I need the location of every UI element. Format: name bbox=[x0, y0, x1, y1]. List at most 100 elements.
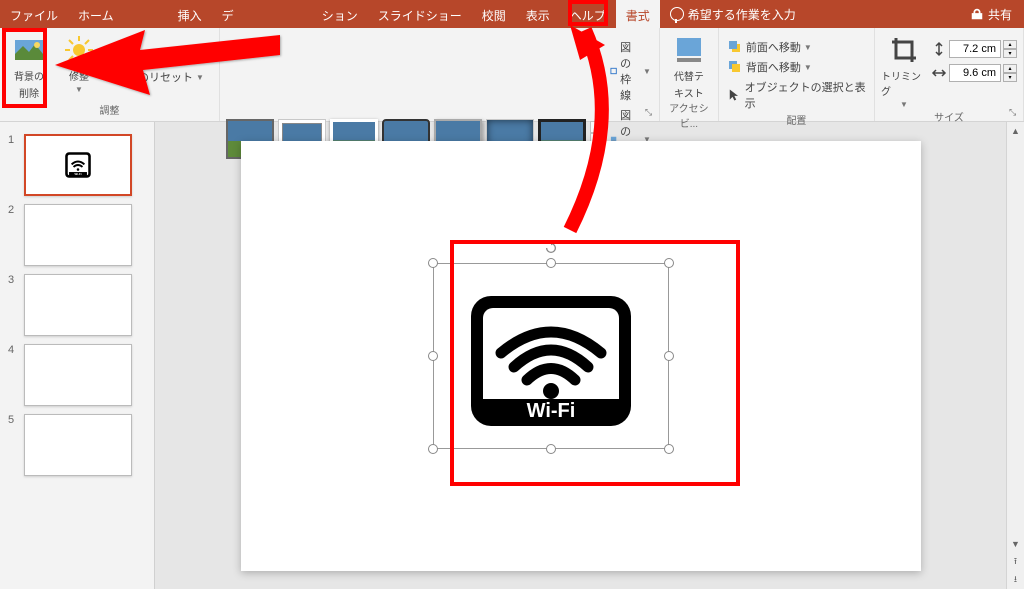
tab-design[interactable]: デ bbox=[212, 0, 244, 28]
chevron-down-icon: ▼ bbox=[196, 73, 204, 82]
border-icon bbox=[610, 63, 617, 79]
height-down-button[interactable]: ▾ bbox=[1003, 49, 1017, 58]
height-input[interactable] bbox=[949, 40, 1001, 58]
group-picture-styles: ▴ ▾ ▿ 図の枠線 ▼ 図の効果 ▼ 図のレイアウト bbox=[220, 28, 660, 121]
send-backward-icon bbox=[727, 59, 743, 75]
sun-icon bbox=[63, 34, 95, 66]
selection-icon bbox=[727, 87, 742, 103]
height-icon bbox=[931, 41, 947, 57]
remove-bg-label-2: 削除 bbox=[19, 85, 39, 100]
slide-thumb-5[interactable]: 5 bbox=[0, 410, 154, 480]
alt-text-button[interactable]: 代替テ キスト bbox=[666, 32, 712, 100]
tab-transitions[interactable]: ション bbox=[312, 0, 368, 28]
width-input[interactable] bbox=[949, 64, 1001, 82]
tab-format[interactable]: 書式 bbox=[616, 0, 660, 28]
width-icon bbox=[931, 65, 947, 81]
resize-handle-n[interactable] bbox=[546, 258, 556, 268]
tell-me-search[interactable]: 希望する作業を入力 bbox=[660, 0, 806, 28]
compress-icon bbox=[108, 47, 124, 63]
compress-label: 図の圧縮 bbox=[127, 47, 171, 63]
tab-home[interactable]: ホーム bbox=[68, 0, 124, 28]
thumb-slide-2[interactable] bbox=[24, 204, 132, 266]
resize-handle-ne[interactable] bbox=[664, 258, 674, 268]
corrections-label: 修整 bbox=[69, 68, 89, 83]
rotate-handle-icon[interactable] bbox=[544, 241, 558, 255]
thumb-slide-4[interactable] bbox=[24, 344, 132, 406]
wifi-icon: Wi-Fi bbox=[62, 149, 94, 181]
tab-review[interactable]: 表示 bbox=[516, 0, 560, 28]
corrections-button[interactable]: 修整 ▼ bbox=[56, 32, 102, 94]
lightbulb-icon bbox=[670, 7, 684, 21]
bring-forward-button[interactable]: 前面へ移動 ▼ bbox=[725, 38, 868, 56]
next-slide-button[interactable]: ⭳ bbox=[1007, 571, 1024, 589]
thumb-slide-5[interactable] bbox=[24, 414, 132, 476]
group-adjust: 背景の 削除 修整 ▼ 図の圧縮 図のリセット ▼ 調整 bbox=[0, 28, 220, 121]
selected-image[interactable]: Wi-Fi bbox=[411, 241, 691, 471]
tell-me-text: 希望する作業を入力 bbox=[688, 6, 796, 23]
group-arrange: 前面へ移動 ▼ 背面へ移動 ▼ オブジェクトの選択と表示 配置 bbox=[719, 28, 875, 121]
thumb-slide-3[interactable] bbox=[24, 274, 132, 336]
selection-label: オブジェクトの選択と表示 bbox=[745, 79, 866, 111]
tab-slideshow[interactable]: 校閲 bbox=[472, 0, 516, 28]
scroll-down-button[interactable]: ▼ bbox=[1007, 535, 1024, 553]
resize-handle-s[interactable] bbox=[546, 444, 556, 454]
thumb-num-1: 1 bbox=[8, 134, 18, 146]
height-up-button[interactable]: ▴ bbox=[1003, 40, 1017, 49]
tab-view[interactable]: ヘルプ bbox=[560, 0, 616, 28]
svg-text:Wi-Fi: Wi-Fi bbox=[526, 400, 575, 422]
slide-thumb-3[interactable]: 3 bbox=[0, 270, 154, 340]
reset-picture-button[interactable]: 図のリセット ▼ bbox=[106, 68, 206, 86]
reset-label: 図のリセット bbox=[127, 69, 193, 85]
chevron-down-icon: ▼ bbox=[75, 85, 83, 94]
reset-icon bbox=[108, 69, 124, 85]
ribbon: 背景の 削除 修整 ▼ 図の圧縮 図のリセット ▼ 調整 bbox=[0, 28, 1024, 122]
crop-button[interactable]: トリミング ▼ bbox=[881, 32, 927, 109]
tab-animations[interactable]: スライドショー bbox=[368, 0, 472, 28]
tab-insert[interactable]: 挿入 bbox=[168, 0, 212, 28]
resize-handle-nw[interactable] bbox=[428, 258, 438, 268]
thumb-num-4: 4 bbox=[8, 344, 18, 356]
resize-handle-sw[interactable] bbox=[428, 444, 438, 454]
thumb-num-2: 2 bbox=[8, 204, 18, 216]
bring-forward-icon bbox=[727, 39, 743, 55]
width-up-button[interactable]: ▴ bbox=[1003, 64, 1017, 73]
content-area: 1 Wi-Fi 2 3 4 5 bbox=[0, 122, 1024, 589]
chevron-down-icon: ▼ bbox=[900, 100, 908, 109]
chevron-down-icon: ▼ bbox=[804, 63, 812, 72]
slide-thumb-4[interactable]: 4 bbox=[0, 340, 154, 410]
compress-pictures-button[interactable]: 図の圧縮 bbox=[106, 46, 206, 64]
slide-canvas[interactable]: Wi-Fi bbox=[241, 141, 921, 571]
vertical-scrollbar[interactable]: ▲ ▼ ⭱ ⭳ bbox=[1006, 122, 1024, 589]
share-label: 共有 bbox=[988, 6, 1012, 23]
prev-slide-button[interactable]: ⭱ bbox=[1007, 553, 1024, 571]
send-backward-button[interactable]: 背面へ移動 ▼ bbox=[725, 58, 868, 76]
resize-handle-e[interactable] bbox=[664, 351, 674, 361]
slide-thumbnails-pane[interactable]: 1 Wi-Fi 2 3 4 5 bbox=[0, 122, 155, 589]
share-button[interactable]: 共有 bbox=[958, 0, 1024, 28]
width-down-button[interactable]: ▾ bbox=[1003, 73, 1017, 82]
alt-text-label-2: キスト bbox=[674, 85, 704, 100]
resize-handle-w[interactable] bbox=[428, 351, 438, 361]
ribbon-tabs: ファイル ホーム xxxx 挿入 デ xxxxxxxx ション スライドショー … bbox=[0, 0, 1024, 28]
thumb-slide-1[interactable]: Wi-Fi bbox=[24, 134, 132, 196]
remove-background-button[interactable]: 背景の 削除 bbox=[6, 32, 52, 100]
crop-icon bbox=[888, 34, 920, 66]
chevron-down-icon: ▼ bbox=[804, 43, 812, 52]
group-adjust-label: 調整 bbox=[6, 102, 213, 119]
resize-handle-se[interactable] bbox=[664, 444, 674, 454]
wifi-image[interactable]: Wi-Fi bbox=[466, 291, 636, 431]
chevron-down-icon: ▼ bbox=[643, 67, 651, 76]
share-icon bbox=[970, 7, 984, 21]
bring-forward-label: 前面へ移動 bbox=[746, 39, 801, 55]
selection-pane-button[interactable]: オブジェクトの選択と表示 bbox=[725, 78, 868, 112]
group-size: トリミング ▼ ▴▾ ▴▾ サイズ ⤡ bbox=[875, 28, 1024, 121]
group-expand-button[interactable]: ⤡ bbox=[645, 107, 657, 119]
picture-border-button[interactable]: 図の枠線 ▼ bbox=[608, 38, 653, 104]
slide-thumb-2[interactable]: 2 bbox=[0, 200, 154, 270]
slide-editor-area[interactable]: Wi-Fi bbox=[155, 122, 1006, 589]
group-expand-button[interactable]: ⤡ bbox=[1009, 107, 1021, 119]
border-label: 図の枠線 bbox=[620, 39, 640, 103]
svg-text:Wi-Fi: Wi-Fi bbox=[75, 172, 82, 176]
tab-file[interactable]: ファイル bbox=[0, 0, 68, 28]
slide-thumb-1[interactable]: 1 Wi-Fi bbox=[0, 130, 154, 200]
